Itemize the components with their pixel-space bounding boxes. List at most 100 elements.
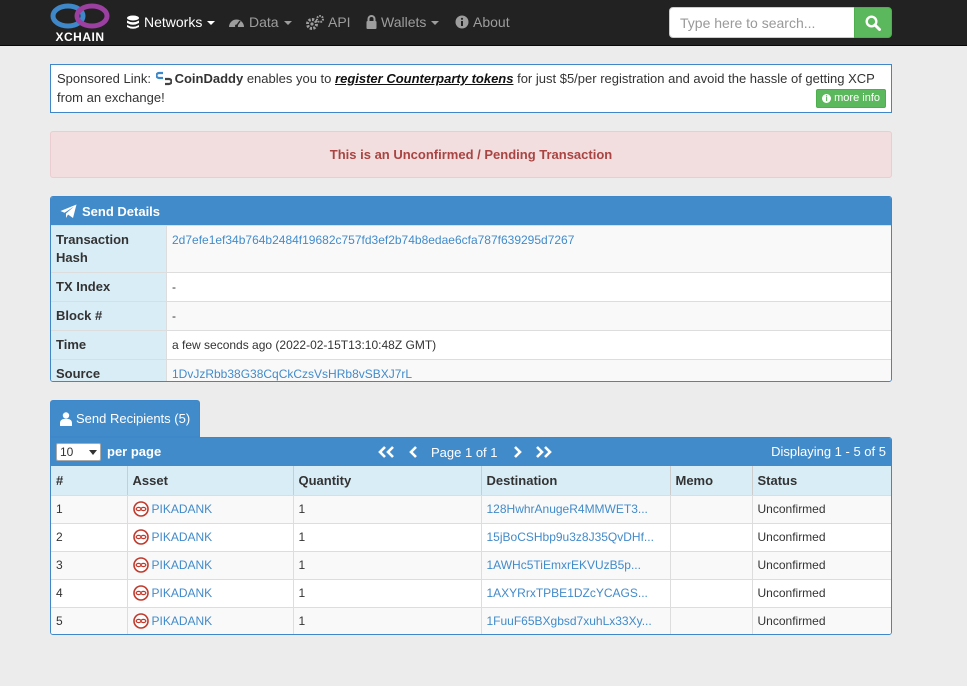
asset-link[interactable]: PIKADANK [152, 502, 213, 516]
quantity-cell: 1 [293, 606, 482, 634]
detail-row-block: Block # - [51, 301, 891, 330]
cogs-icon [306, 14, 324, 30]
search-icon [865, 14, 881, 31]
column-header[interactable]: Status [752, 466, 891, 496]
chevron-right-icon [513, 446, 522, 458]
recipients-toolbar: 10 per page Page 1 of 1 Displaying 1 - 5… [51, 438, 891, 466]
asset-cell: PIKADANK [127, 522, 294, 551]
paper-plane-icon [60, 204, 77, 218]
quantity-cell: 1 [293, 550, 482, 579]
quantity-cell: 1 [293, 578, 482, 607]
prev-page-button[interactable] [403, 446, 425, 458]
row-number: 2 [51, 522, 128, 551]
user-icon [60, 411, 72, 426]
destination-link[interactable]: 1FuuF65BXgbsd7xuhLx33Xy... [487, 614, 652, 628]
sponsor-brand[interactable]: CoinDaddy [175, 71, 244, 86]
search-input[interactable] [669, 7, 855, 38]
last-page-button[interactable] [532, 446, 556, 458]
info-icon: i [822, 94, 832, 103]
column-header[interactable]: Quantity [293, 466, 482, 496]
nav-wallets-label: Wallets [381, 14, 427, 30]
column-header[interactable]: Asset [127, 466, 294, 496]
column-header[interactable]: # [51, 466, 128, 496]
detail-label: Time [51, 331, 167, 359]
destination-cell: 1FuuF65BXgbsd7xuhLx33Xy... [481, 606, 671, 634]
source-address-link[interactable]: 1DvJzRbb38G38CqCkCzsVsHRb8vSBXJ7rL [172, 367, 412, 381]
page-indicator: Page 1 of 1 [431, 444, 498, 460]
table-row: 2 PIKADANK 1 15jBoCSHbp9u3z8J35QvDHf... Unco… [51, 522, 891, 551]
send-details-panel: Send Details Transaction Hash 2d7efe1ef3… [50, 196, 892, 382]
tx-hash-link[interactable]: 2d7efe1ef34b764b2484f19682c757fd3ef2b74b… [172, 233, 574, 247]
asset-icon [132, 557, 149, 573]
first-page-button[interactable] [375, 446, 397, 458]
nav-networks[interactable]: Networks [126, 0, 216, 44]
displaying-count: Displaying 1 - 5 of 5 [771, 444, 886, 459]
brand-name: XCHAIN [55, 30, 105, 44]
memo-cell [670, 606, 753, 634]
asset-link[interactable]: PIKADANK [152, 558, 213, 572]
pending-alert: This is an Unconfirmed / Pending Transac… [50, 131, 892, 178]
detail-label: Source [51, 360, 167, 381]
asset-link[interactable]: PIKADANK [152, 586, 213, 600]
column-header[interactable]: Destination [481, 466, 671, 496]
detail-row-source: Source 1DvJzRbb38G38CqCkCzsVsHRb8vSBXJ7r… [51, 359, 891, 381]
memo-cell [670, 494, 753, 523]
destination-cell: 1AWHc5TiEmxrEKVUzB5p... [481, 550, 671, 579]
status-cell: Unconfirmed [752, 578, 891, 607]
double-chevron-right-icon [535, 446, 552, 458]
asset-icon [132, 529, 149, 545]
tx-index-value: - [167, 273, 891, 301]
more-info-label: more info [834, 92, 880, 104]
nav-about-label: About [473, 14, 510, 30]
per-page-value: 10 [60, 445, 74, 459]
xchain-logo-icon [50, 3, 110, 29]
column-header[interactable]: Memo [670, 466, 753, 496]
detail-label: TX Index [51, 273, 167, 301]
navbar: XCHAIN Networks Data API Wallets About [0, 0, 967, 46]
next-page-button[interactable] [506, 446, 528, 458]
nav-networks-label: Networks [144, 14, 203, 30]
destination-link[interactable]: 128HwhrAnugeR4MMWET3... [487, 502, 648, 516]
status-cell: Unconfirmed [752, 606, 891, 634]
info-icon [455, 15, 469, 29]
table-row: 1 PIKADANK 1 128HwhrAnugeR4MMWET3... Unconfi… [51, 494, 891, 523]
coindaddy-logo-icon [155, 71, 172, 86]
status-cell: Unconfirmed [752, 522, 891, 551]
asset-icon [132, 501, 149, 517]
asset-link[interactable]: PIKADANK [152, 530, 213, 544]
table-header-row: # Asset Quantity Destination Memo Status [51, 466, 891, 496]
sponsored-prefix: Sponsored Link: [57, 71, 151, 86]
nav-api-label: API [328, 14, 351, 30]
destination-link[interactable]: 1AXYRrxTPBE1DZcYCAGS... [487, 586, 648, 600]
asset-link[interactable]: PIKADANK [152, 614, 213, 628]
quantity-cell: 1 [293, 494, 482, 523]
destination-link[interactable]: 15jBoCSHbp9u3z8J35QvDHf... [487, 530, 654, 544]
per-page-select[interactable]: 10 [56, 443, 101, 461]
double-chevron-left-icon [378, 446, 394, 458]
tab-send-recipients-label: Send Recipients (5) [76, 411, 191, 426]
search-button[interactable] [854, 7, 892, 38]
lock-icon [366, 15, 377, 29]
nav-wallets[interactable]: Wallets [366, 0, 440, 44]
detail-label: Transaction Hash [51, 226, 167, 272]
table-row: 3 PIKADANK 1 1AWHc5TiEmxrEKVUzB5p... Unconfi… [51, 550, 891, 579]
dropdown-arrow-icon [89, 450, 97, 455]
block-value: - [167, 302, 891, 330]
memo-cell [670, 578, 753, 607]
detail-label: Block # [51, 302, 167, 330]
row-number: 4 [51, 578, 128, 607]
xchain-logo[interactable]: XCHAIN [49, 3, 111, 44]
dashboard-icon [229, 19, 244, 28]
table-row: 4 PIKADANK 1 1AXYRrxTPBE1DZcYCAGS... Unconfi… [51, 578, 891, 607]
nav-api[interactable]: API [306, 0, 351, 44]
destination-link[interactable]: 1AWHc5TiEmxrEKVUzB5p... [487, 558, 641, 572]
per-page-label: per page [107, 444, 162, 459]
asset-cell: PIKADANK [127, 578, 294, 607]
nav-data[interactable]: Data [228, 0, 292, 44]
caret-down-icon [207, 21, 216, 25]
row-number: 5 [51, 606, 128, 634]
tab-send-recipients[interactable]: Send Recipients (5) [50, 400, 200, 437]
more-info-button[interactable]: i more info [816, 89, 886, 108]
register-tokens-link[interactable]: register Counterparty tokens [335, 71, 513, 86]
nav-about[interactable]: About [455, 0, 510, 44]
